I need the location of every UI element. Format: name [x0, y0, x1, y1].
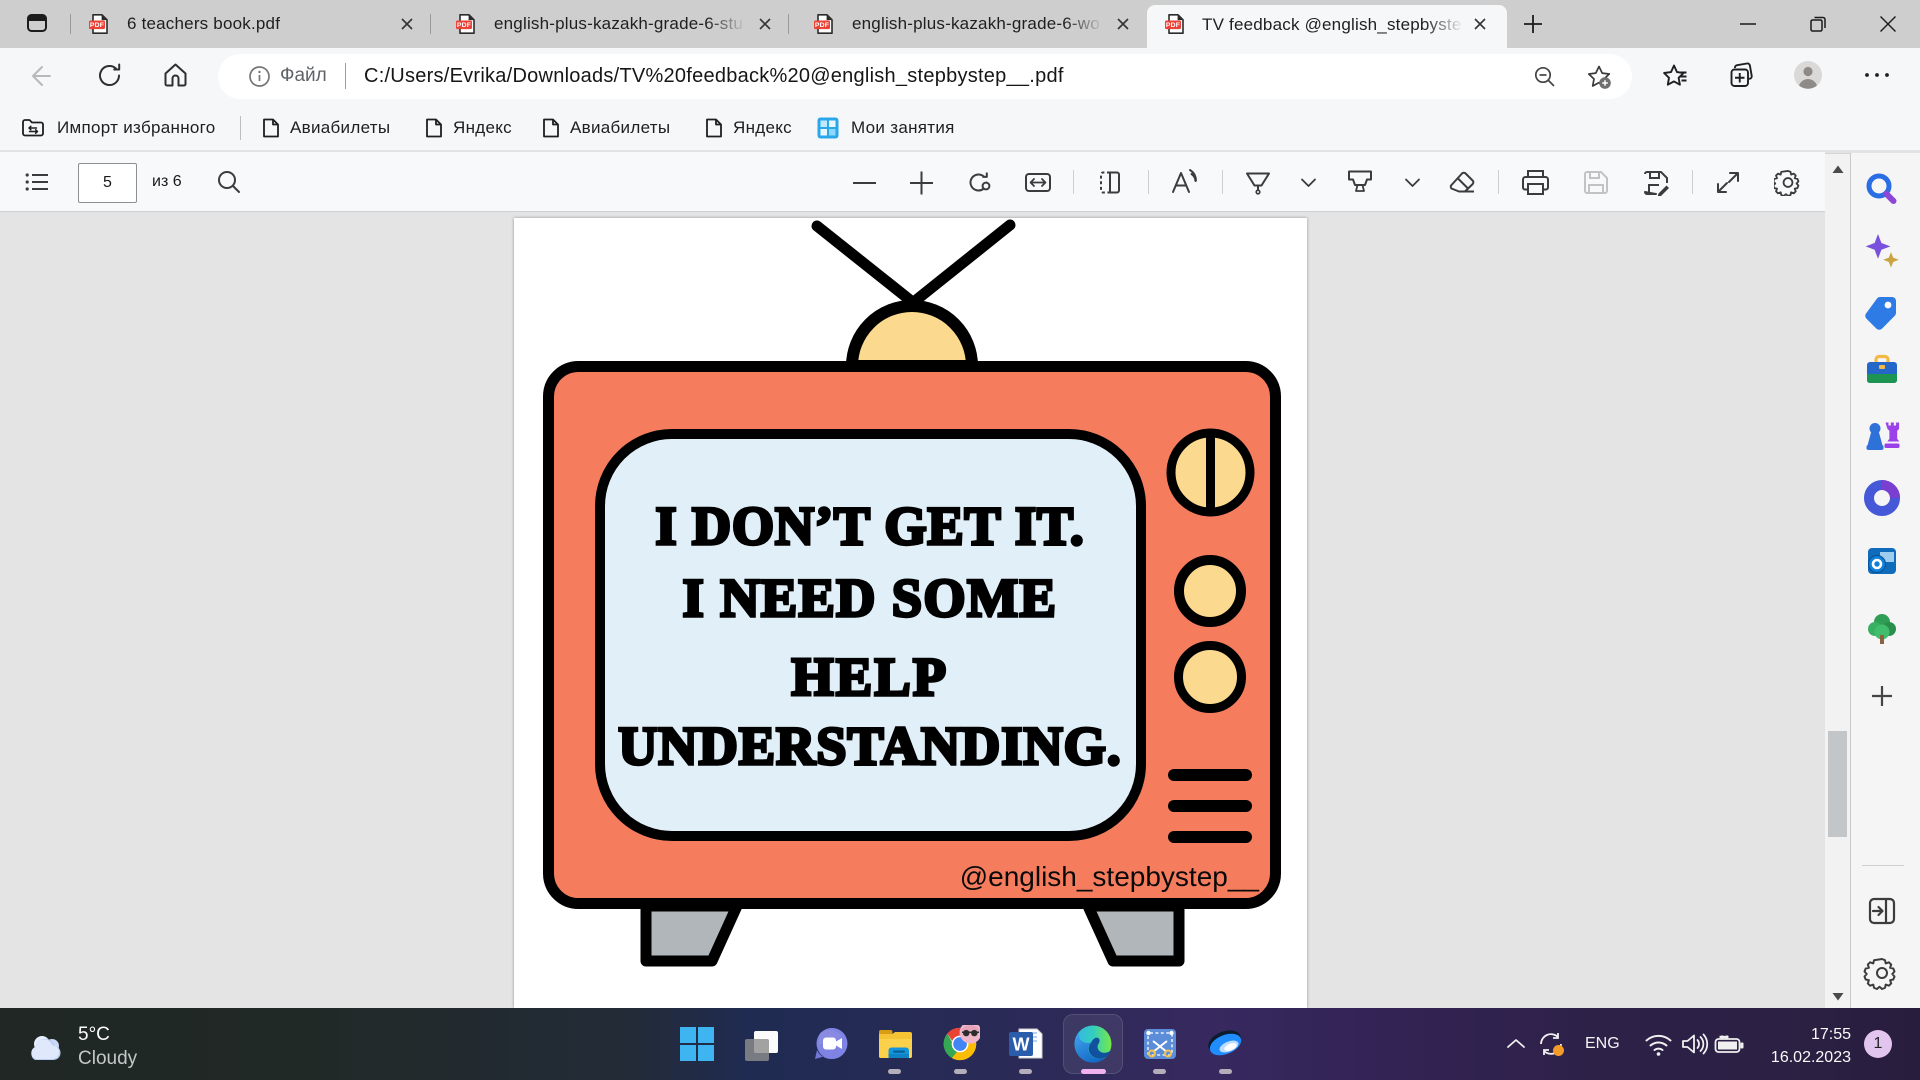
- svg-text:UNDERSTANDING.: UNDERSTANDING.: [618, 716, 1121, 776]
- svg-text:HELP: HELP: [791, 647, 948, 707]
- svg-text:@english_stepbystep__: @english_stepbystep__: [960, 861, 1260, 892]
- svg-text:PDF: PDF: [1166, 22, 1180, 29]
- svg-text:I DON’T GET IT.: I DON’T GET IT.: [655, 496, 1084, 556]
- svg-text:PDF: PDF: [457, 22, 471, 29]
- svg-text:W: W: [1013, 1035, 1030, 1055]
- svg-text:PDF: PDF: [90, 22, 104, 29]
- svg-text:I NEED SOME: I NEED SOME: [683, 568, 1058, 628]
- svg-text:PDF: PDF: [815, 22, 829, 29]
